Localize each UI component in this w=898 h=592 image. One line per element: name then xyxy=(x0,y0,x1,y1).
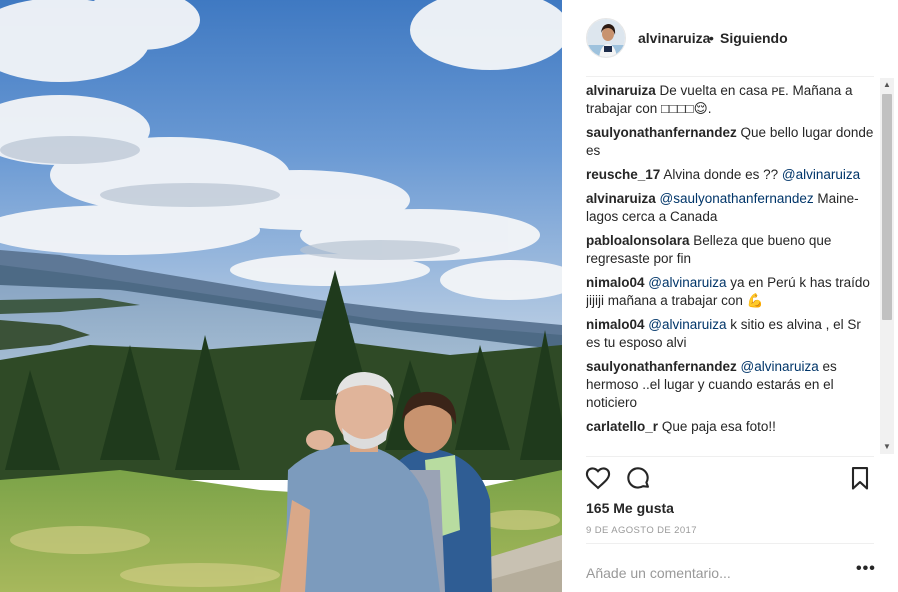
bookmark-icon[interactable] xyxy=(846,464,874,492)
heart-icon[interactable] xyxy=(584,464,612,492)
header-divider xyxy=(586,76,874,77)
comment-item: reusche_17 Alvina donde es ?? @alvinarui… xyxy=(586,166,878,184)
comment-username[interactable]: saulyonathanfernandez xyxy=(586,125,737,140)
more-options-icon[interactable]: ••• xyxy=(856,560,876,578)
comment-username[interactable]: alvinaruiza xyxy=(586,191,656,206)
comment-item: nimalo04 @alvinaruiza ya en Perú k has t… xyxy=(586,274,878,310)
comment-text: Que paja esa foto!! xyxy=(661,419,776,434)
post-date[interactable]: 9 de agosto de 2017 xyxy=(586,525,697,536)
comment-mention-link[interactable]: @saulyonathanfernandez xyxy=(660,191,814,206)
footer-divider xyxy=(586,543,874,544)
post-side-panel: alvinaruiza • Siguiendo alvinaruiza De v… xyxy=(562,0,898,592)
add-comment-input[interactable]: Añade un comentario... xyxy=(586,565,731,581)
post-header: alvinaruiza • Siguiendo xyxy=(562,0,898,76)
comment-item: nimalo04 @alvinaruiza k sitio es alvina … xyxy=(586,316,878,352)
scroll-down-arrow-icon[interactable]: ▼ xyxy=(880,440,894,454)
post-photo[interactable] xyxy=(0,0,562,592)
comment-item: alvinaruiza @saulyonathanfernandez Maine… xyxy=(586,190,878,226)
comment-username[interactable]: alvinaruiza xyxy=(586,83,656,98)
header-username[interactable]: alvinaruiza xyxy=(638,30,710,46)
comments-divider xyxy=(586,456,874,457)
comment-username[interactable]: reusche_17 xyxy=(586,167,660,182)
post-image xyxy=(0,0,562,592)
comment-username[interactable]: pabloalonsolara xyxy=(586,233,690,248)
comment-mention-link[interactable]: @alvinaruiza xyxy=(741,359,819,374)
comment-username[interactable]: nimalo04 xyxy=(586,275,645,290)
comment-item: carlatello_r Que paja esa foto!! xyxy=(586,418,878,436)
comment-mention-link[interactable]: @alvinaruiza xyxy=(648,275,726,290)
comment-mention-link[interactable]: @alvinaruiza xyxy=(648,317,726,332)
comments-list: alvinaruiza De vuelta en casa ᴘᴇ. Mañana… xyxy=(586,82,878,455)
likes-count[interactable]: 165 Me gusta xyxy=(586,500,674,516)
comment-username[interactable]: carlatello_r xyxy=(586,419,658,434)
scroll-thumb[interactable] xyxy=(882,94,892,320)
comment-mention-link[interactable]: @alvinaruiza xyxy=(782,167,860,182)
comment-username[interactable]: nimalo04 xyxy=(586,317,645,332)
avatar-image xyxy=(587,19,625,57)
comment-item: saulyonathanfernandez Que bello lugar do… xyxy=(586,124,878,160)
action-bar xyxy=(562,462,898,494)
comment-username[interactable]: saulyonathanfernandez xyxy=(586,359,737,374)
comment-text: Alvina donde es ?? xyxy=(663,167,782,182)
comment-item: saulyonathanfernandez @alvinaruiza es he… xyxy=(586,358,878,412)
comment-bubble-icon[interactable] xyxy=(624,464,652,492)
scroll-up-arrow-icon[interactable]: ▲ xyxy=(880,78,894,92)
follow-button[interactable]: Siguiendo xyxy=(720,30,788,46)
header-separator: • xyxy=(709,30,714,46)
avatar[interactable] xyxy=(586,18,626,58)
comment-item: pabloalonsolara Belleza que bueno que re… xyxy=(586,232,878,268)
comment-item: alvinaruiza De vuelta en casa ᴘᴇ. Mañana… xyxy=(586,82,878,118)
comments-scrollbar[interactable]: ▲ ▼ xyxy=(880,78,894,454)
